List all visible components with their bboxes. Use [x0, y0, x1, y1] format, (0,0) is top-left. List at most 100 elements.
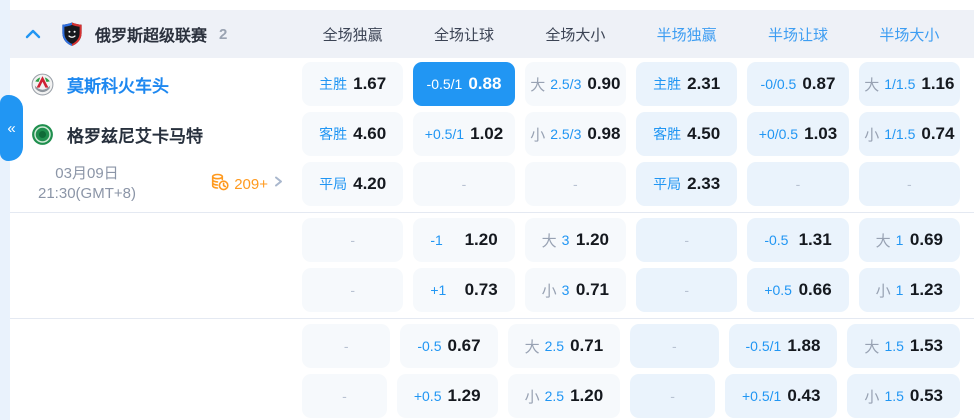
odds-cell[interactable]: 小 1/1.5 0.74	[858, 112, 960, 156]
odds-line-label: +1	[430, 282, 447, 298]
away-team-logo-icon	[30, 122, 55, 147]
odds-value: 1.20	[464, 230, 498, 249]
odds-cell[interactable]: -0.5/1 1.88	[728, 324, 838, 368]
odds-selection-label: 小 1/1.5	[864, 124, 915, 145]
over-under-direction: 小	[541, 282, 557, 300]
odds-cell[interactable]: -0.5 1.31	[747, 218, 849, 262]
odds-line-label: 2.5	[544, 388, 565, 404]
away-team-name[interactable]: 格罗兹尼艾卡马特	[67, 122, 203, 147]
over-under-direction: 小	[864, 126, 880, 144]
odds-cell-empty: -	[858, 162, 960, 206]
more-markets-link[interactable]: 209+	[210, 172, 284, 197]
odds-value: 0.53	[909, 386, 943, 405]
home-team-name[interactable]: 莫斯科火车头	[67, 72, 169, 97]
over-under-direction: 大	[875, 232, 891, 250]
odds-selection-label: +0.5	[764, 282, 792, 298]
odds-cell[interactable]: +0.5/1 0.43	[725, 374, 838, 418]
column-header-halftime-overunder[interactable]: 半场大小	[859, 24, 960, 45]
odds-cell[interactable]: 小 1.5 0.53	[847, 374, 960, 418]
odds-line-label: -0.5	[764, 232, 789, 248]
kickoff-time: 03月09日 21:30(GMT+8)	[38, 164, 136, 204]
odds-cell[interactable]: +0/0.5 1.03	[747, 112, 849, 156]
collapse-sidebar-tab[interactable]: «	[0, 95, 23, 161]
odds-cell-empty: -	[302, 374, 387, 418]
odds-cell[interactable]: 大 1.5 1.53	[847, 324, 960, 368]
odds-selection-label: 大3	[542, 230, 570, 251]
group-divider	[10, 318, 974, 319]
odds-cell[interactable]: 小 2.5/3 0.98	[524, 112, 626, 156]
home-team-logo-icon	[30, 72, 55, 97]
odds-cell[interactable]: 小 1 1.23	[858, 268, 960, 312]
odds-cell[interactable]: 平局 4.20	[302, 162, 404, 206]
odds-cell[interactable]: -0.5/1 0.88	[413, 62, 515, 106]
chevron-up-icon[interactable]	[25, 28, 41, 40]
odds-value: 0.71	[570, 336, 604, 355]
odds-line-label: 1.5	[884, 338, 904, 354]
alt-line-row: - -0.5 0.67 大 2.5 0.71- -0.5/1 1.88 大 1.5 1.53	[10, 324, 974, 368]
odds-value: 0.87	[802, 74, 836, 93]
odds-value: 1.03	[804, 124, 838, 143]
column-header-fulltime-overunder[interactable]: 全场大小	[525, 24, 626, 45]
odds-line-label: -0.5/1	[426, 76, 463, 92]
odds-cell[interactable]: -0.5 0.67	[400, 324, 498, 368]
page-gutter	[0, 0, 10, 420]
odds-selection-label: 平局	[653, 174, 681, 194]
odds-value: 0.88	[468, 74, 502, 93]
odds-selection-label: +0.5/1	[425, 126, 464, 142]
odds-cell[interactable]: 大 1 0.69	[858, 218, 960, 262]
odds-cell[interactable]: -1 1.20	[413, 218, 515, 262]
odds-cell-empty: -	[413, 162, 515, 206]
odds-value: 1.02	[470, 124, 504, 143]
column-header-halftime-1x2[interactable]: 半场独赢	[636, 24, 737, 45]
odds-line-label: 1	[895, 282, 904, 298]
column-header-halftime-handicap[interactable]: 半场让球	[747, 24, 848, 45]
kickoff-date: 03月09日	[55, 165, 119, 182]
odds-value: 0.73	[464, 280, 498, 299]
odds-cell[interactable]: 小 2.5 1.20	[507, 374, 621, 418]
odds-line-label: 主胜	[319, 76, 348, 92]
odds-cell[interactable]: +0.5 1.29	[396, 374, 498, 418]
odds-selection-label: 小 2.5	[525, 386, 564, 407]
odds-line-label: 1/1.5	[884, 76, 916, 92]
odds-cell-empty: -	[524, 162, 626, 206]
odds-line-label: 1.5	[884, 388, 904, 404]
odds-cell[interactable]: 大 2.5 0.71	[507, 324, 621, 368]
odds-cell[interactable]: 大 1/1.5 1.16	[858, 62, 960, 106]
odds-selection-label: -0/0.5	[761, 76, 797, 92]
odds-value: 4.20	[353, 174, 387, 193]
odds-cell[interactable]: +1 0.73	[413, 268, 515, 312]
over-under-direction: 小	[875, 282, 891, 300]
odds-cell[interactable]: 客胜 4.50	[636, 112, 738, 156]
odds-panel: 俄罗斯超级联赛 2 全场独赢 全场让球 全场大小 半场独赢 半场让球 半场大小	[10, 0, 974, 418]
away-team[interactable]: 格罗兹尼艾卡马特	[10, 112, 292, 156]
odds-cell[interactable]: +0.5/1 1.02	[413, 112, 515, 156]
home-team[interactable]: 莫斯科火车头	[10, 62, 292, 106]
odds-cell[interactable]: 平局 2.33	[636, 162, 738, 206]
odds-selection-label: 大 2.5	[525, 336, 564, 357]
odds-line-label: 3	[561, 232, 570, 248]
odds-cell[interactable]: 小 3 0.71	[524, 268, 626, 312]
odds-selection-label: 大 2.5/3	[530, 74, 581, 95]
odds-cell[interactable]: 主胜 2.31	[636, 62, 738, 106]
column-header-fulltime-handicap[interactable]: 全场让球	[413, 24, 514, 45]
odds-cell[interactable]: 客胜 4.60	[302, 112, 404, 156]
odds-value: 0.43	[787, 386, 821, 405]
over-under-direction: 小	[524, 388, 540, 406]
odds-cell[interactable]: +0.5 0.66	[747, 268, 849, 312]
column-header-fulltime-1x2[interactable]: 全场独赢	[302, 24, 403, 45]
league-info: 俄罗斯超级联赛 2	[10, 21, 292, 47]
odds-cell[interactable]: 主胜 1.67	[302, 62, 404, 106]
odds-cell[interactable]: 大 3 1.20	[524, 218, 626, 262]
empty-dash: -	[684, 232, 689, 248]
odds-line-label: 1/1.5	[884, 126, 916, 142]
league-name[interactable]: 俄罗斯超级联赛	[95, 22, 207, 46]
odds-cell-empty: -	[302, 268, 404, 312]
empty-dash: -	[672, 338, 677, 354]
over-under-direction: 小	[864, 388, 880, 406]
empty-dash: -	[461, 176, 467, 192]
odds-value: 0.69	[909, 230, 943, 249]
odds-line-label: 2.5	[544, 338, 565, 354]
odds-selection-label: 小 1.5	[864, 386, 903, 407]
odds-cell[interactable]: 大 2.5/3 0.90	[524, 62, 626, 106]
odds-cell[interactable]: -0/0.5 0.87	[747, 62, 849, 106]
